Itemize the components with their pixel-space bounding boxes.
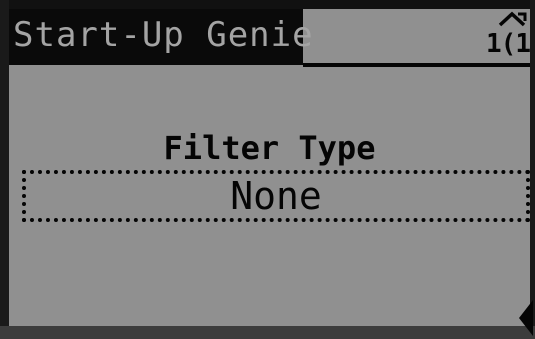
parameter-label: Filter Type <box>163 129 376 167</box>
bezel-bottom <box>0 326 535 339</box>
bezel-left <box>0 0 9 339</box>
bezel-right <box>530 0 535 339</box>
bezel-top <box>0 0 535 9</box>
left-right-arrow-icon <box>519 300 533 336</box>
parameter-value: None <box>230 174 322 218</box>
parameter-value-field[interactable]: None <box>22 170 530 222</box>
lcd-screen: Start-Up Genie 1(1 Filter Type None <box>0 0 535 339</box>
page-title: Start-Up Genie <box>13 15 314 55</box>
page-number: 1(1 <box>486 29 531 59</box>
